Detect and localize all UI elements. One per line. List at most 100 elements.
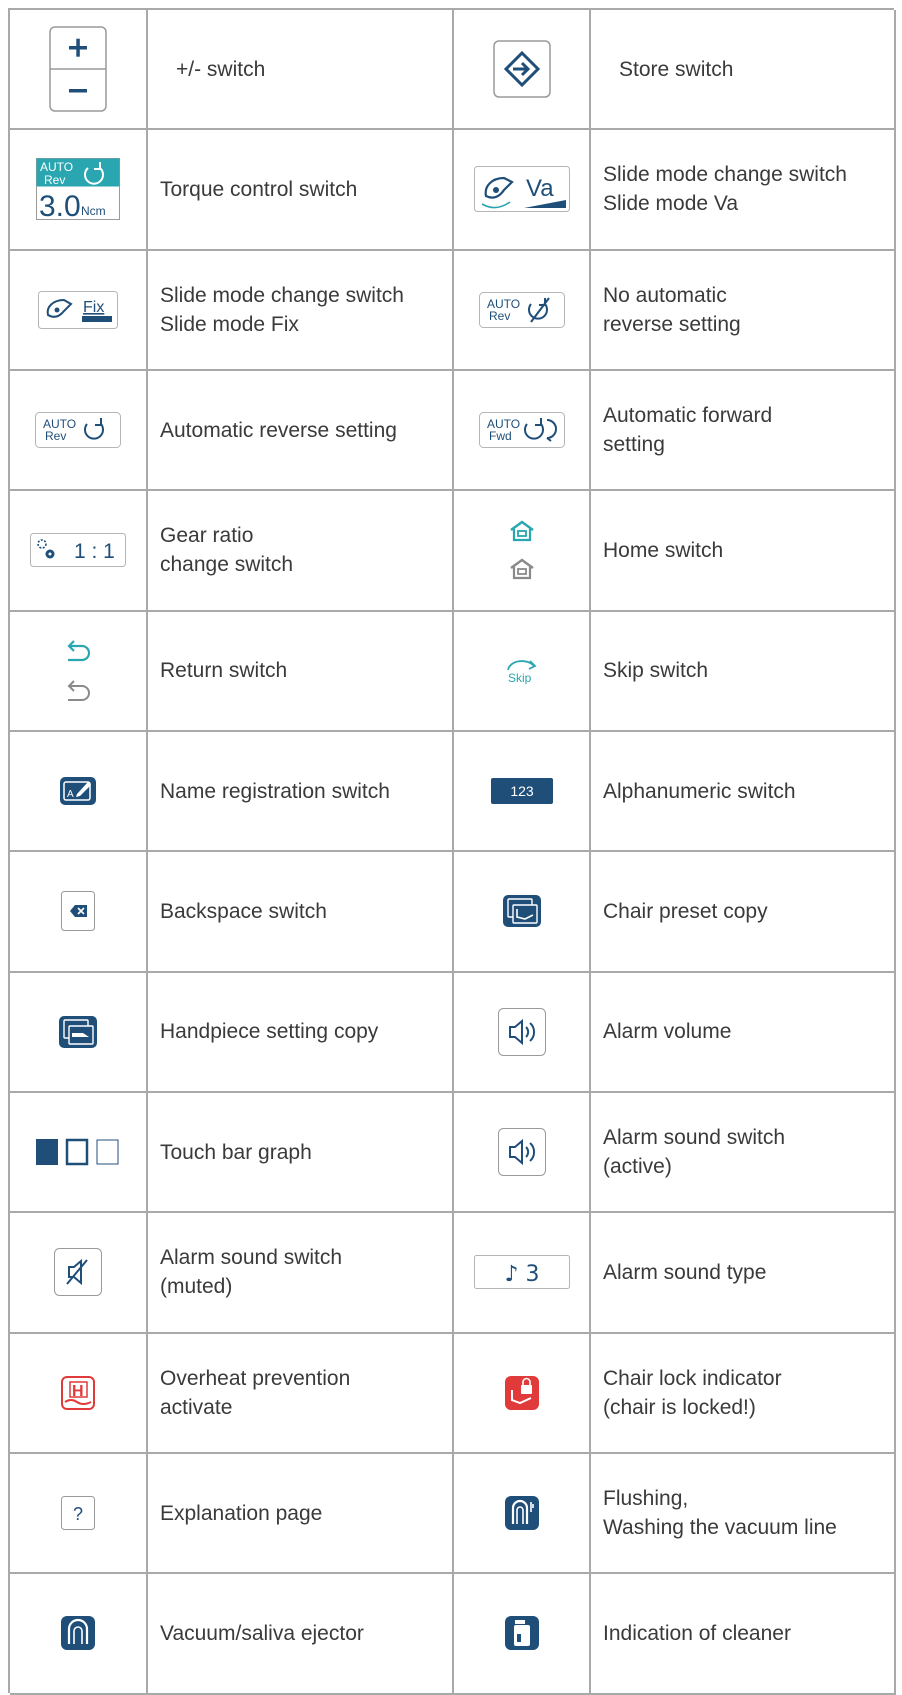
- slide-mode-fix-icon: Fix: [38, 290, 118, 329]
- svg-text:Rev: Rev: [45, 429, 66, 443]
- icon-cell: [10, 1213, 148, 1334]
- switch-label: Automatic forward setting: [591, 370, 896, 492]
- explanation-page-icon: ?: [61, 1496, 95, 1531]
- icon-cell: AUTO Rev: [454, 250, 591, 371]
- switch-label: Overheat prevention activate: [148, 1333, 454, 1454]
- switch-label: Alphanumeric switch: [591, 731, 896, 853]
- icon-cell: [454, 1333, 591, 1454]
- switch-label: Alarm sound type: [591, 1213, 896, 1334]
- svg-text:Skip: Skip: [508, 671, 532, 684]
- icon-cell: [454, 1574, 591, 1695]
- switch-label: +/- switch: [148, 10, 454, 131]
- alarm-sound-muted-icon: [54, 1248, 102, 1297]
- icon-cell: [454, 10, 591, 131]
- return-icon: [67, 640, 91, 661]
- switch-label: Chair lock indicator (chair is locked!): [591, 1333, 896, 1454]
- svg-text:Fix: Fix: [83, 299, 104, 316]
- icon-cell: [454, 491, 591, 612]
- switch-label: Name registration switch: [148, 731, 454, 853]
- cleaner-indication-icon: [504, 1616, 539, 1651]
- switch-label: Slide mode change switch Slide mode Va: [591, 130, 896, 251]
- icon-cell: AUTO Rev: [10, 370, 148, 492]
- svg-text:1 : 1: 1 : 1: [74, 540, 115, 563]
- gear-ratio-icon: 1 : 1: [30, 533, 126, 568]
- icon-cell: A: [10, 731, 148, 853]
- flushing-icon: [504, 1496, 539, 1531]
- svg-text:123: 123: [510, 783, 534, 799]
- switch-label: Explanation page: [148, 1453, 454, 1575]
- alphanumeric-icon: 123: [490, 778, 553, 805]
- switch-label: Flushing, Washing the vacuum line: [591, 1453, 896, 1575]
- icon-cell: [454, 972, 591, 1093]
- plus-minus-switch-icon: [49, 26, 107, 112]
- icon-cell: ♪ 3: [454, 1213, 591, 1334]
- no-auto-reverse-icon: AUTO Rev: [478, 291, 565, 328]
- icon-cell: AUTO Rev 3.0 Ncm: [10, 130, 148, 251]
- return-icon-inactive: [67, 680, 90, 701]
- icon-cell: [10, 1574, 148, 1695]
- icon-cell: [10, 852, 148, 973]
- svg-text:Rev: Rev: [489, 309, 510, 323]
- switch-label: Automatic reverse setting: [148, 370, 454, 492]
- chair-lock-icon: [504, 1375, 539, 1410]
- chair-preset-copy-icon: [502, 895, 541, 928]
- switch-label: Home switch: [591, 491, 896, 612]
- svg-text:Rev: Rev: [44, 173, 65, 187]
- icon-cell: [454, 852, 591, 973]
- auto-forward-icon: AUTO Fwd: [478, 412, 565, 449]
- icon-cell: H: [10, 1333, 148, 1454]
- icon-cell: 1 : 1: [10, 491, 148, 612]
- svg-text:3.0: 3.0: [39, 190, 81, 220]
- backspace-icon: [61, 891, 95, 932]
- switch-label: Backspace switch: [148, 852, 454, 973]
- switch-label: Gear ratio change switch: [148, 491, 454, 612]
- switch-label: Indication of cleaner: [591, 1574, 896, 1695]
- switch-label: Vacuum/saliva ejector: [148, 1574, 454, 1695]
- switch-label: Alarm sound switch (active): [591, 1092, 896, 1214]
- switch-label: Store switch: [591, 10, 896, 131]
- name-registration-icon: A: [60, 777, 96, 806]
- home-icon-inactive: [509, 558, 534, 580]
- svg-text:Ncm: Ncm: [81, 204, 106, 218]
- store-switch-icon: [492, 40, 551, 98]
- switch-label: Torque control switch: [148, 130, 454, 251]
- overheat-prevention-icon: H: [61, 1375, 95, 1410]
- switch-reference-table: +/- switch Store switch AUTO Rev 3.0 Ncm…: [8, 8, 896, 1695]
- touch-bar-graph-icon: [36, 1138, 119, 1166]
- svg-text:?: ?: [73, 1504, 83, 1524]
- switch-label: No automatic reverse setting: [591, 250, 896, 371]
- switch-label: Alarm sound switch (muted): [148, 1213, 454, 1334]
- icon-cell: [10, 10, 148, 131]
- icon-cell: [454, 1092, 591, 1214]
- svg-text:♪ 3: ♪ 3: [504, 1262, 539, 1287]
- switch-label: Alarm volume: [591, 972, 896, 1093]
- alarm-sound-active-icon: [497, 1128, 546, 1177]
- icon-cell: [10, 972, 148, 1093]
- icon-cell: [10, 611, 148, 732]
- switch-label: Chair preset copy: [591, 852, 896, 973]
- home-icon: [509, 520, 534, 542]
- svg-text:Fwd: Fwd: [489, 429, 512, 443]
- switch-label: Slide mode change switch Slide mode Fix: [148, 250, 454, 371]
- icon-cell: Va: [454, 130, 591, 251]
- switch-label: Return switch: [148, 611, 454, 732]
- auto-reverse-icon: AUTO Rev: [35, 412, 121, 449]
- svg-text:A: A: [67, 789, 74, 800]
- icon-cell: ?: [10, 1453, 148, 1575]
- switch-label: Touch bar graph: [148, 1092, 454, 1214]
- icon-cell: AUTO Fwd: [454, 370, 591, 492]
- svg-text:Va: Va: [526, 175, 554, 202]
- icon-cell: 123: [454, 731, 591, 853]
- switch-label: Handpiece setting copy: [148, 972, 454, 1093]
- svg-text:AUTO: AUTO: [40, 160, 73, 174]
- icon-cell: [10, 1092, 148, 1214]
- icon-cell: [454, 1453, 591, 1575]
- icon-cell: Fix: [10, 250, 148, 371]
- skip-icon: Skip: [506, 659, 537, 684]
- slide-mode-va-icon: Va: [473, 166, 570, 213]
- vacuum-saliva-ejector-icon: [61, 1616, 95, 1651]
- alarm-sound-type-icon: ♪ 3: [473, 1255, 570, 1290]
- icon-cell: Skip: [454, 611, 591, 732]
- handpiece-setting-copy-icon: [59, 1015, 97, 1048]
- alarm-volume-icon: [497, 1007, 546, 1056]
